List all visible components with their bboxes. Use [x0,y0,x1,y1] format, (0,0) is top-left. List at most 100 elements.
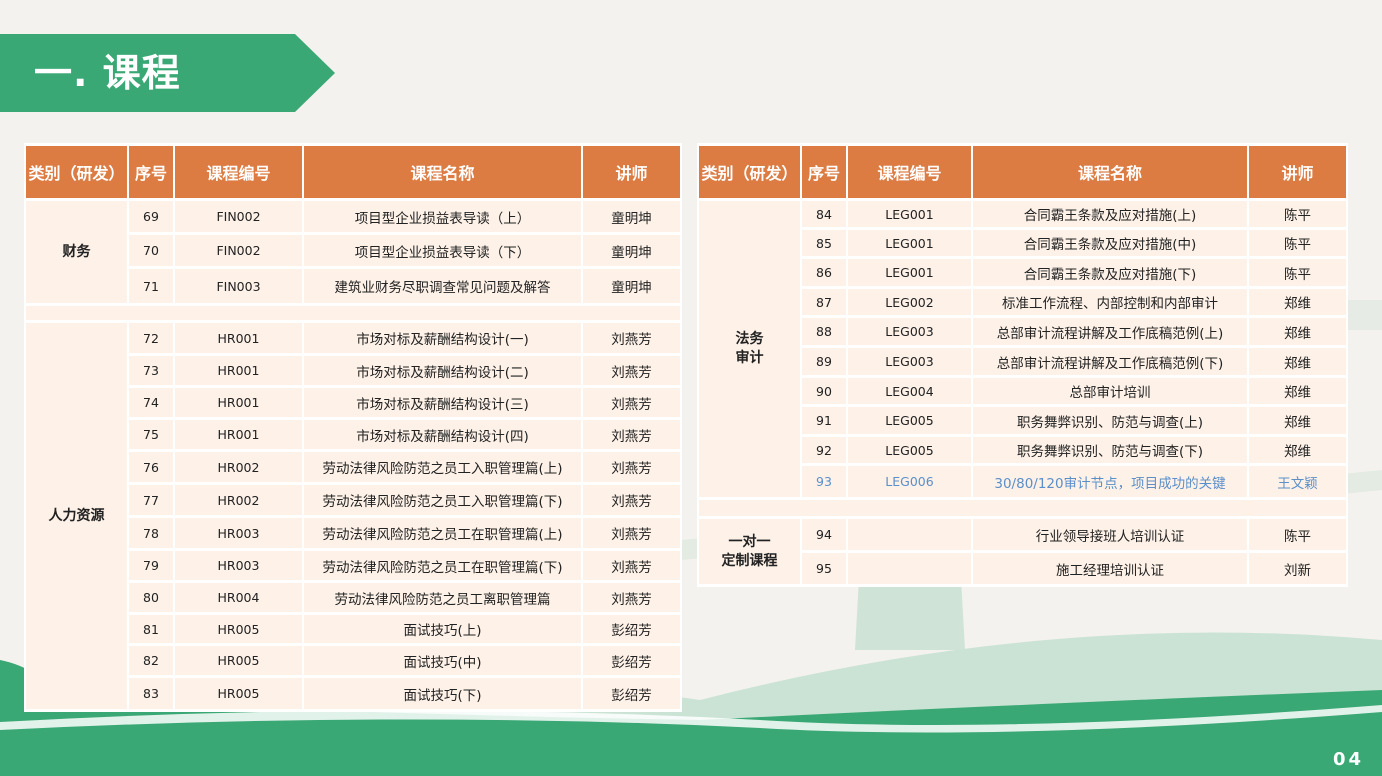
course-code: FIN003 [175,269,302,303]
row-number: 77 [129,485,173,515]
teacher-name: 郑维 [1249,437,1346,463]
course-name: 总部审计流程讲解及工作底稿范例(下) [973,348,1247,375]
row-number: 78 [129,518,173,548]
title-banner: 一. 课程 [0,34,335,112]
row-number: 84 [802,201,846,227]
course-code: LEG002 [848,289,971,315]
header-category: 类别（研发） [699,146,800,198]
course-code [848,553,971,584]
course-code: LEG004 [848,378,971,404]
course-table-left: 类别（研发） 序号 课程编号 课程名称 讲师 财务 69 FIN002 项目型企… [24,143,682,712]
row-number: 73 [129,356,173,385]
teacher-name: 刘燕芳 [583,551,680,580]
table-row: 财务 69 FIN002 项目型企业损益表导读（上） 童明坤 [26,201,680,303]
row-number: 72 [129,323,173,353]
course-name: 职务舞弊识别、防范与调查(上) [973,407,1247,434]
header-course-code: 课程编号 [175,146,302,198]
table-header-row: 类别（研发） 序号 课程编号 课程名称 讲师 [699,146,1346,198]
course-code: HR002 [175,485,302,515]
row-number: 83 [129,678,173,709]
header-number: 序号 [802,146,846,198]
row-number: 75 [129,420,173,449]
category-cell: 法务 审计 [699,201,800,497]
teacher-name: 刘燕芳 [583,452,680,482]
teacher-name: 彭绍芳 [583,678,680,709]
category-line-2: 审计 [735,350,764,366]
row-number: 94 [802,519,846,550]
table-header-row: 类别（研发） 序号 课程编号 课程名称 讲师 [26,146,680,198]
row-number: 76 [129,452,173,482]
course-code: LEG005 [848,407,971,434]
teacher-name: 童明坤 [583,269,680,303]
teacher-name: 郑维 [1249,407,1346,434]
row-number: 81 [129,615,173,643]
teacher-name: 彭绍芳 [583,646,680,675]
course-name: 市场对标及薪酬结构设计(二) [304,356,581,385]
table-row: 法务 审计 84 LEG001 合同霸王条款及应对措施(上) 陈平 [699,201,1346,497]
course-name: 合同霸王条款及应对措施(上) [973,201,1247,227]
teacher-name: 刘燕芳 [583,356,680,385]
category-cell: 一对一 定制课程 [699,519,800,584]
course-code: HR001 [175,420,302,449]
row-number: 91 [802,407,846,434]
course-name: 施工经理培训认证 [973,553,1247,584]
course-code: LEG006 [848,466,971,497]
course-table-right: 类别（研发） 序号 课程编号 课程名称 讲师 法务 审计 84 LEG001 合… [697,143,1348,587]
course-code: HR001 [175,388,302,417]
course-name: 行业领导接班人培训认证 [973,519,1247,550]
course-code: HR001 [175,356,302,385]
row-number: 86 [802,259,846,286]
category-line-2: 定制课程 [721,552,778,569]
teacher-name: 刘燕芳 [583,388,680,417]
teacher-name: 陈平 [1249,201,1346,227]
row-number: 95 [802,553,846,584]
course-name: 市场对标及薪酬结构设计(三) [304,388,581,417]
teacher-name: 陈平 [1249,519,1346,550]
row-number: 89 [802,348,846,375]
course-name: 总部审计流程讲解及工作底稿范例(上) [973,318,1247,345]
course-code: LEG001 [848,201,971,227]
header-course-name: 课程名称 [304,146,581,198]
course-name: 劳动法律风险防范之员工在职管理篇(下) [304,551,581,580]
header-category: 类别（研发） [26,146,127,198]
row-number: 92 [802,437,846,463]
teacher-name: 刘燕芳 [583,518,680,548]
course-code: HR003 [175,551,302,580]
row-number: 93 [802,466,846,497]
row-number: 90 [802,378,846,404]
course-code: LEG005 [848,437,971,463]
table-row: 一对一 定制课程 94 行业领导接班人培训认证 陈平 [699,519,1346,584]
teacher-name: 郑维 [1249,378,1346,404]
teacher-name: 刘燕芳 [583,485,680,515]
row-number: 70 [129,235,173,266]
course-code [848,519,971,550]
row-number: 80 [129,583,173,612]
course-code: FIN002 [175,201,302,232]
course-name: 面试技巧(下) [304,678,581,709]
course-name: 职务舞弊识别、防范与调查(下) [973,437,1247,463]
category-line-1: 法务 [735,331,764,347]
teacher-name: 童明坤 [583,201,680,232]
header-number: 序号 [129,146,173,198]
category-cell: 财务 [26,201,127,303]
header-teacher: 讲师 [583,146,680,198]
course-name: 劳动法律风险防范之员工在职管理篇(上) [304,518,581,548]
spacer-row [699,500,1346,516]
course-name: 30/80/120审计节点，项目成功的关键 [973,466,1247,497]
teacher-name: 陈平 [1249,259,1346,286]
header-teacher: 讲师 [1249,146,1346,198]
course-code: HR004 [175,583,302,612]
teacher-name: 郑维 [1249,318,1346,345]
spacer-row [26,306,680,320]
table-row: 人力资源 72 HR001 市场对标及薪酬结构设计(一) 刘燕芳 [26,323,680,709]
row-number: 82 [129,646,173,675]
teacher-name: 刘燕芳 [583,323,680,353]
row-number: 79 [129,551,173,580]
course-name: 合同霸王条款及应对措施(下) [973,259,1247,286]
course-name: 项目型企业损益表导读（上） [304,201,581,232]
row-number: 87 [802,289,846,315]
teacher-name: 郑维 [1249,289,1346,315]
teacher-name: 彭绍芳 [583,615,680,643]
row-number: 74 [129,388,173,417]
course-name: 市场对标及薪酬结构设计(一) [304,323,581,353]
